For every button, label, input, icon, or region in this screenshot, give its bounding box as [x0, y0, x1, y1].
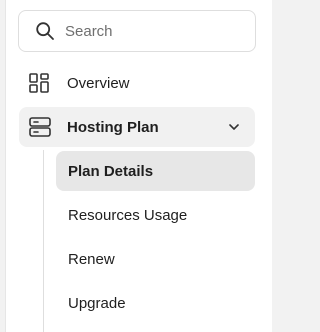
- sidebar-item-overview[interactable]: Overview: [28, 71, 130, 95]
- search-input[interactable]: [65, 22, 235, 40]
- sidebar-item-label: Overview: [67, 74, 130, 92]
- sidebar-panel: Overview Hosting Plan Plan Details Resou…: [5, 0, 272, 332]
- search-box[interactable]: [18, 10, 256, 52]
- sidebar-subitem-upgrade[interactable]: Upgrade: [56, 283, 255, 323]
- sidebar-subitem-label: Resources Usage: [68, 206, 188, 224]
- chevron-down-icon[interactable]: [227, 120, 241, 138]
- sidebar-subitem-label: Plan Details: [68, 162, 154, 180]
- sidebar-subitem-plan-details[interactable]: Plan Details: [56, 151, 255, 191]
- grid-icon: [28, 72, 50, 94]
- sidebar-subitem-label: Upgrade: [68, 294, 126, 312]
- server-icon: [29, 116, 51, 138]
- tree-connector-line: [43, 150, 44, 332]
- sidebar-subitem-renew[interactable]: Renew: [56, 239, 255, 279]
- sidebar-item-label: Hosting Plan: [67, 118, 159, 136]
- search-icon: [36, 22, 54, 40]
- sidebar-item-hosting-plan[interactable]: Hosting Plan: [19, 107, 255, 147]
- sidebar-subitem-resources-usage[interactable]: Resources Usage: [56, 195, 255, 235]
- sidebar-subitem-label: Renew: [68, 250, 115, 268]
